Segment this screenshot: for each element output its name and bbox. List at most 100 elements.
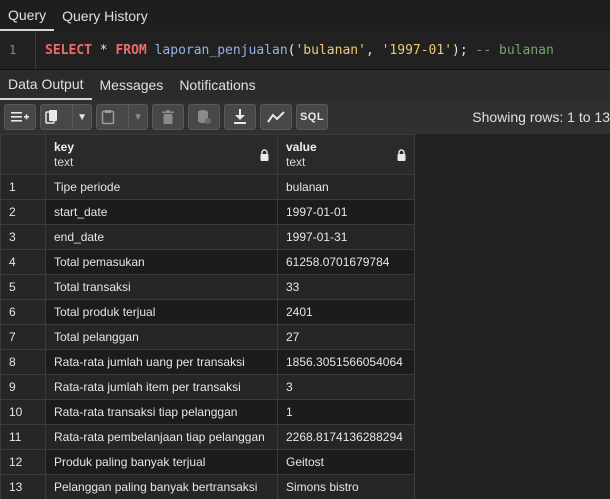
add-row-icon (11, 112, 29, 122)
copy-icon (45, 110, 57, 124)
tab-query-history[interactable]: Query History (54, 0, 156, 31)
table-row[interactable]: 4 Total pemasukan 61258.0701679784 (0, 249, 415, 275)
value-cell[interactable]: 27 (277, 324, 415, 350)
sql-editor[interactable]: 1 SELECT * FROM laporan_penjualan('bulan… (0, 31, 610, 69)
value-cell[interactable]: 1997-01-01 (277, 199, 415, 225)
delete-row-button[interactable] (152, 104, 184, 130)
table-row[interactable]: 1 Tipe periode bulanan (0, 174, 415, 200)
table-row[interactable]: 6 Total produk terjual 2401 (0, 299, 415, 325)
row-number-cell[interactable]: 11 (0, 424, 46, 450)
save-data-button[interactable] (188, 104, 220, 130)
row-number-cell[interactable]: 6 (0, 299, 46, 325)
row-number-cell[interactable]: 2 (0, 199, 46, 225)
result-tabbar: Data Output Messages Notifications (0, 69, 610, 100)
key-cell[interactable]: Total pelanggan (45, 324, 278, 350)
sql-arg-period: 'bulanan' (295, 42, 366, 58)
table-row[interactable]: 9 Rata-rata jumlah item per transaksi 3 (0, 374, 415, 400)
value-cell[interactable]: 61258.0701679784 (277, 249, 415, 275)
key-cell[interactable]: Total pemasukan (45, 249, 278, 275)
tab-messages[interactable]: Messages (92, 70, 172, 100)
tab-data-output[interactable]: Data Output (0, 70, 92, 100)
sql-comma: , (365, 42, 382, 58)
key-cell[interactable]: Pelanggan paling banyak bertransaksi (45, 474, 278, 499)
column-type: text (286, 155, 306, 169)
key-cell[interactable]: Rata-rata transaksi tiap pelanggan (45, 399, 278, 425)
paste-button[interactable]: ▼ (96, 104, 148, 130)
value-cell[interactable]: Simons bistro (277, 474, 415, 499)
column-name: value (286, 140, 317, 154)
table-row[interactable]: 7 Total pelanggan 27 (0, 324, 415, 350)
key-cell[interactable]: Total transaksi (45, 274, 278, 300)
table-row[interactable]: 5 Total transaksi 33 (0, 274, 415, 300)
rows-count-label: Showing rows: 1 to 13 (472, 109, 610, 125)
sql-paren-close: ); (452, 42, 468, 58)
row-number-cell[interactable]: 7 (0, 324, 46, 350)
line-number: 1 (0, 31, 36, 69)
tab-notifications[interactable]: Notifications (171, 70, 263, 100)
row-number-cell[interactable]: 12 (0, 449, 46, 475)
column-name: key (54, 140, 75, 154)
row-number-cell[interactable]: 10 (0, 399, 46, 425)
key-cell[interactable]: Tipe periode (45, 174, 278, 200)
results-grid[interactable]: key text value text 1 Tipe periode bulanan… (0, 134, 610, 499)
table-row[interactable]: 13 Pelanggan paling banyak bertransaksi Si… (0, 474, 415, 499)
key-cell[interactable]: Rata-rata jumlah uang per transaksi (45, 349, 278, 375)
row-number-cell[interactable]: 4 (0, 249, 46, 275)
graph-icon (267, 111, 285, 123)
value-cell[interactable]: 2401 (277, 299, 415, 325)
sql-arg-month: '1997-01' (381, 42, 453, 58)
query-tabbar: Query Query History (0, 0, 610, 31)
graph-visualiser-button[interactable] (260, 104, 292, 130)
copy-button[interactable]: ▼ (40, 104, 92, 130)
value-cell[interactable]: 3 (277, 374, 415, 400)
value-cell[interactable]: 2268.8174136288294 (277, 424, 415, 450)
sql-function-name: laporan_penjualan (154, 42, 288, 58)
lock-icon (397, 149, 406, 161)
value-cell[interactable]: bulanan (277, 174, 415, 200)
download-icon (234, 109, 246, 124)
value-cell[interactable]: 1 (277, 399, 415, 425)
table-row[interactable]: 11 Rata-rata pembelanjaan tiap pelanggan 2… (0, 424, 415, 450)
row-number-cell[interactable]: 9 (0, 374, 46, 400)
key-cell[interactable]: Produk paling banyak terjual (45, 449, 278, 475)
save-data-icon (198, 110, 211, 124)
value-cell[interactable]: Geitost (277, 449, 415, 475)
key-cell[interactable]: Total produk terjual (45, 299, 278, 325)
row-number-cell[interactable]: 3 (0, 224, 46, 250)
download-button[interactable] (224, 104, 256, 130)
column-type: text (54, 155, 74, 169)
key-cell[interactable]: start_date (45, 199, 278, 225)
add-row-button[interactable] (4, 104, 36, 130)
sql-icon: SQL (299, 111, 325, 123)
column-header-value[interactable]: value text (277, 134, 415, 175)
tab-query[interactable]: Query (0, 0, 55, 31)
key-cell[interactable]: Rata-rata jumlah item per transaksi (45, 374, 278, 400)
table-row[interactable]: 2 start_date 1997-01-01 (0, 199, 415, 225)
sql-comment: -- bulanan (475, 42, 554, 58)
table-row[interactable]: 10 Rata-rata transaksi tiap pelanggan 1 (0, 399, 415, 425)
sql-keyword-from: FROM (115, 42, 147, 58)
key-cell[interactable]: end_date (45, 224, 278, 250)
table-row[interactable]: 8 Rata-rata jumlah uang per transaksi 1856… (0, 349, 415, 375)
paste-icon (101, 110, 115, 125)
row-number-cell[interactable]: 8 (0, 349, 46, 375)
sql-star: * (91, 42, 116, 58)
delete-icon (162, 110, 174, 124)
row-number-cell[interactable]: 13 (0, 474, 46, 499)
paste-options-chevron-icon[interactable]: ▼ (128, 105, 143, 129)
view-sql-button[interactable]: SQL (296, 104, 328, 130)
column-header-key[interactable]: key text (45, 134, 278, 175)
row-number-header[interactable] (0, 134, 46, 175)
row-number-cell[interactable]: 5 (0, 274, 46, 300)
value-cell[interactable]: 1856.3051566054064 (277, 349, 415, 375)
key-cell[interactable]: Rata-rata pembelanjaan tiap pelanggan (45, 424, 278, 450)
table-row[interactable]: 3 end_date 1997-01-31 (0, 224, 415, 250)
table-row[interactable]: 12 Produk paling banyak terjual Geitost (0, 449, 415, 475)
sql-code-line[interactable]: SELECT * FROM laporan_penjualan('bulanan… (36, 43, 554, 58)
value-cell[interactable]: 1997-01-31 (277, 224, 415, 250)
row-number-cell[interactable]: 1 (0, 174, 46, 200)
lock-icon (260, 149, 269, 161)
sql-keyword-select: SELECT (45, 42, 92, 58)
value-cell[interactable]: 33 (277, 274, 415, 300)
copy-options-chevron-icon[interactable]: ▼ (72, 105, 87, 129)
